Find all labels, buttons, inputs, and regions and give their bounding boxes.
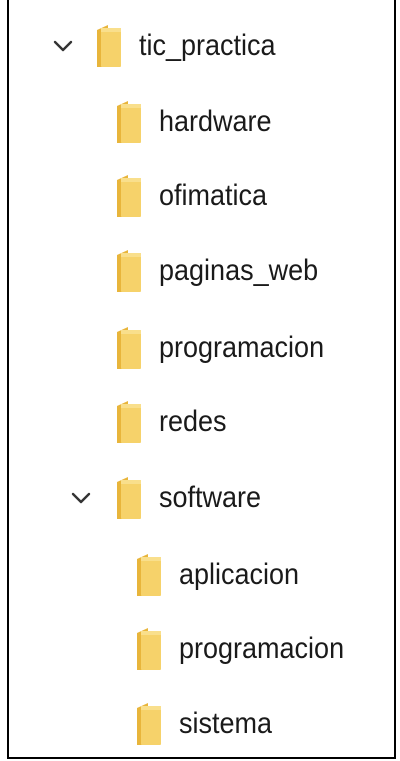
folder-icon [135, 554, 163, 596]
tree-item-label: hardware [159, 105, 272, 138]
tree-item-label: programacion [159, 331, 325, 364]
chevron-down-icon[interactable] [51, 34, 75, 58]
folder-icon [115, 175, 143, 217]
folder-tree-panel: tic_practica hardware ofimatica paginas_… [7, 0, 396, 759]
folder-icon [115, 250, 143, 292]
folder-icon [115, 401, 143, 443]
tree-item-tic-practica[interactable]: tic_practica [9, 16, 389, 76]
tree-item-software-programacion[interactable]: programacion [9, 619, 389, 679]
folder-icon [115, 477, 143, 519]
tree-item-software[interactable]: software [9, 468, 389, 528]
tree-item-label: tic_practica [139, 29, 276, 62]
folder-icon [95, 25, 123, 67]
tree-item-label: ofimatica [159, 179, 268, 212]
folder-icon [115, 101, 143, 143]
tree-item-sistema[interactable]: sistema [9, 694, 389, 754]
tree-item-label: software [159, 481, 262, 514]
tree-item-ofimatica[interactable]: ofimatica [9, 166, 389, 226]
tree-item-label: programacion [179, 632, 345, 665]
folder-icon [115, 327, 143, 369]
chevron-down-icon[interactable] [69, 486, 93, 510]
tree-item-hardware[interactable]: hardware [9, 92, 389, 152]
tree-item-label: aplicacion [179, 558, 300, 591]
folder-icon [135, 628, 163, 670]
folder-icon [135, 703, 163, 745]
tree-item-label: paginas_web [159, 254, 319, 287]
tree-item-redes[interactable]: redes [9, 392, 389, 452]
tree-item-programacion[interactable]: programacion [9, 318, 389, 378]
tree-item-paginas-web[interactable]: paginas_web [9, 241, 389, 301]
tree-item-label: sistema [179, 707, 273, 740]
tree-item-aplicacion[interactable]: aplicacion [9, 545, 389, 605]
tree-item-label: redes [159, 405, 227, 438]
